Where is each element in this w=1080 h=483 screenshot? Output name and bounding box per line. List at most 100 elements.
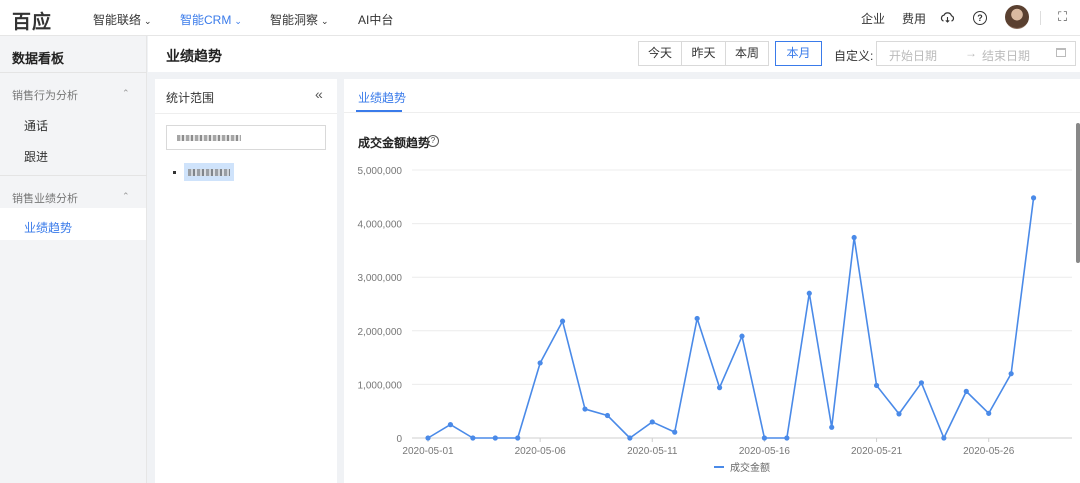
page-header: 业绩趋势 今天 昨天 本周 本月 自定义: 开始日期 → 结束日期	[148, 36, 1080, 72]
line-chart: 0 1,000,000 2,000,000 3,000,000 4,000,000 5,0…	[358, 166, 1072, 474]
data-point	[784, 435, 790, 441]
nav-label: 智能CRM	[180, 13, 232, 27]
data-point	[851, 234, 857, 241]
data-point	[761, 435, 768, 441]
data-point	[829, 424, 835, 430]
chevron-down-icon: ⌄	[234, 16, 242, 26]
divider	[1040, 11, 1041, 25]
data-point	[559, 318, 566, 324]
date-range-picker[interactable]: 开始日期 → 结束日期	[876, 41, 1076, 66]
statistics-scope-panel: 统计范围 «	[155, 79, 337, 483]
data-point	[806, 290, 812, 296]
data-point	[425, 435, 431, 441]
top-bar: 百应 智能联络 ⌄ 智能CRM ⌄ 智能洞察 ⌄ AI中台 企业 费用 ? ⛶	[0, 0, 1080, 36]
nav-smart-insight[interactable]: 智能洞察 ⌄	[270, 11, 329, 28]
sidebar-group-sales-performance[interactable]: 销售业绩分析	[12, 190, 78, 206]
sidebar-item-calls[interactable]: 通话	[24, 117, 48, 134]
redacted-text	[177, 135, 241, 141]
data-point	[627, 435, 633, 441]
chevron-down-icon: ⌄	[321, 16, 329, 26]
y-tick-label: 4,000,000	[358, 220, 403, 231]
chevron-up-icon[interactable]: ⌃	[122, 191, 130, 202]
data-point	[986, 410, 992, 416]
range-arrow-icon: →	[965, 46, 977, 60]
data-point	[963, 388, 969, 394]
data-point	[604, 412, 611, 419]
tree-bullet	[173, 171, 176, 174]
data-point	[537, 360, 543, 366]
scope-search-input[interactable]	[166, 125, 326, 150]
data-point	[694, 315, 700, 322]
chevron-down-icon: ⌄	[144, 16, 152, 26]
nav-label: 智能联络	[93, 13, 142, 27]
data-point	[739, 333, 745, 339]
x-tick-label: 2020-05-16	[739, 446, 791, 457]
data-point	[582, 406, 588, 412]
data-point	[896, 411, 902, 417]
tree-node[interactable]	[184, 163, 234, 181]
data-point	[918, 380, 925, 386]
data-point	[1030, 195, 1037, 201]
y-tick-label: 2,000,000	[358, 327, 403, 338]
redacted-text	[188, 169, 230, 176]
data-point	[649, 419, 655, 425]
divider	[155, 113, 337, 114]
divider	[0, 175, 147, 176]
sidebar-item-performance-trend[interactable]: 业绩趋势	[24, 219, 72, 236]
avatar[interactable]	[1005, 5, 1029, 29]
fees-link[interactable]: 费用	[902, 10, 926, 27]
y-tick-label: 5,000,000	[358, 166, 403, 177]
x-tick-label: 2020-05-26	[963, 446, 1015, 457]
x-tick-label: 2020-05-11	[627, 446, 678, 457]
collapse-icon[interactable]: «	[315, 86, 323, 102]
end-date-input[interactable]: 结束日期	[982, 47, 1030, 64]
data-point	[1008, 371, 1014, 377]
series-line	[427, 197, 1035, 439]
period-this-week-button[interactable]: 本周	[725, 41, 769, 66]
start-date-input[interactable]: 开始日期	[889, 47, 937, 64]
chevron-up-icon[interactable]: ⌃	[122, 88, 130, 99]
enterprise-link[interactable]: 企业	[861, 10, 885, 27]
app-logo[interactable]: 百应	[12, 7, 52, 34]
data-point	[716, 385, 723, 391]
y-tick-label: 1,000,000	[358, 380, 403, 391]
period-today-button[interactable]: 今天	[638, 41, 682, 66]
help-circle-icon[interactable]: ?	[427, 135, 439, 147]
period-yesterday-button[interactable]: 昨天	[681, 41, 726, 66]
y-tick-label: 3,000,000	[358, 273, 403, 284]
sidebar-group-sales-behavior[interactable]: 销售行为分析	[12, 87, 78, 103]
cloud-icon[interactable]	[940, 11, 955, 24]
data-point	[941, 435, 947, 441]
divider	[0, 72, 147, 73]
nav-label: AI中台	[358, 13, 394, 27]
panel-title: 统计范围	[166, 91, 215, 105]
data-point	[672, 429, 678, 435]
data-point	[515, 435, 521, 441]
page-title: 业绩趋势	[166, 48, 222, 64]
help-circle-icon[interactable]: ?	[973, 11, 987, 25]
sidebar-active-highlight	[0, 208, 146, 240]
divider	[344, 112, 1080, 113]
data-point	[447, 422, 454, 428]
x-tick-label: 2020-05-01	[402, 446, 454, 457]
sidebar-item-followup[interactable]: 跟进	[24, 148, 48, 165]
data-point	[873, 382, 880, 389]
chart-title: 成交金额趋势	[358, 136, 431, 150]
period-this-month-button[interactable]: 本月	[775, 41, 822, 66]
custom-range-label: 自定义:	[834, 49, 874, 63]
x-tick-label: 2020-05-06	[515, 446, 567, 457]
sidebar-title: 数据看板	[12, 51, 65, 66]
fullscreen-icon[interactable]: ⛶	[1058, 9, 1067, 25]
nav-smart-contact[interactable]: 智能联络 ⌄	[93, 11, 152, 28]
tab-performance-trend[interactable]: 业绩趋势	[358, 89, 406, 106]
nav-label: 智能洞察	[270, 13, 319, 27]
legend-label: 成交金额	[730, 461, 770, 474]
calendar-icon[interactable]	[1056, 48, 1066, 57]
data-point	[470, 435, 476, 441]
nav-ai-platform[interactable]: AI中台	[358, 11, 393, 28]
sidebar: 数据看板 销售行为分析 ⌃ 通话 跟进 销售业绩分析 ⌃ 业绩趋势	[0, 36, 147, 483]
y-tick-label: 0	[396, 434, 402, 445]
nav-smart-crm[interactable]: 智能CRM ⌄	[180, 11, 242, 28]
data-point	[492, 435, 498, 441]
x-tick-label: 2020-05-21	[851, 446, 903, 457]
